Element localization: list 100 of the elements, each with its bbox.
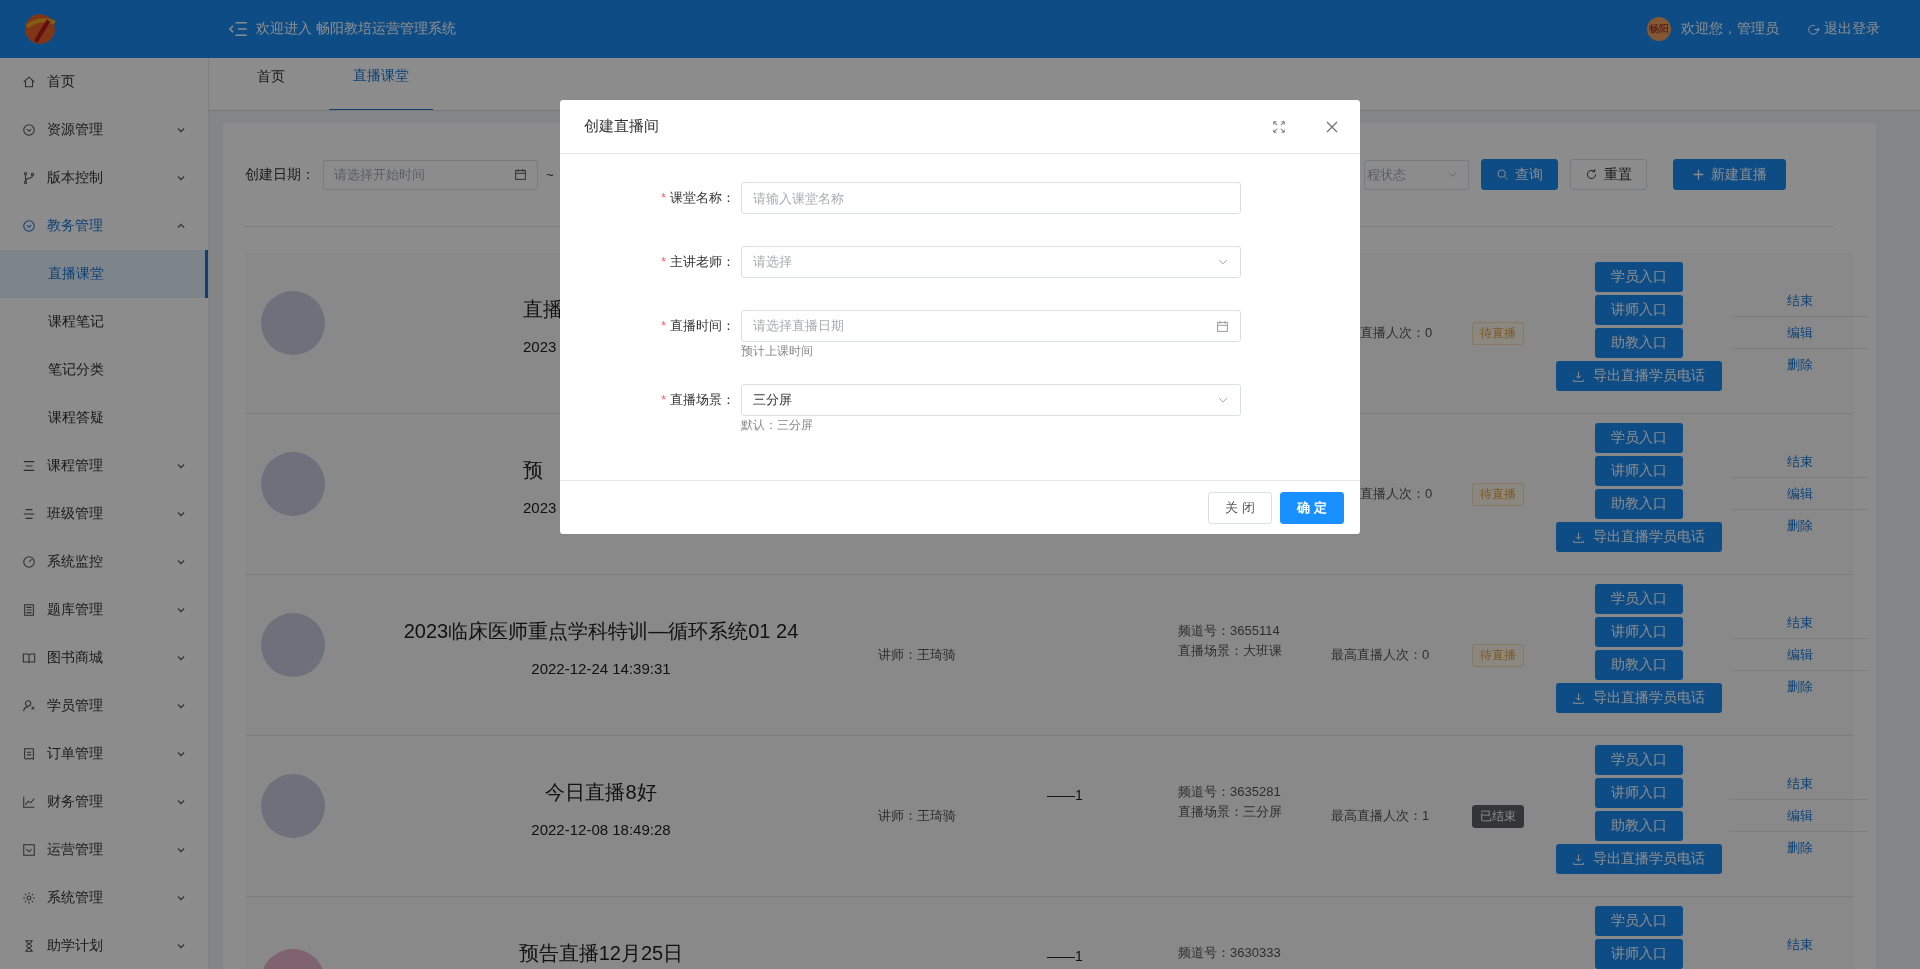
sidebar-item[interactable]: 资源管理 [0,106,208,154]
sidebar-item[interactable]: 运营管理 [0,826,208,874]
circle-chevron-icon [22,219,36,233]
download-icon [1572,369,1585,383]
reset-button[interactable]: 重置 [1570,159,1647,190]
sidebar-item[interactable]: 教务管理 [0,202,208,250]
logout-link[interactable]: 退出登录 [1807,20,1880,38]
branch-icon [22,171,36,185]
sidebar-item[interactable]: 课程管理 [0,442,208,490]
action-link[interactable]: 编辑 [1731,800,1868,832]
action-link[interactable]: 结束 [1731,446,1868,478]
receipt-icon [22,747,36,761]
fullscreen-icon[interactable] [1272,119,1286,134]
field-hint: 预计上课时间 [741,343,814,360]
action-link[interactable]: 删除 [1731,510,1868,541]
download-icon [1572,691,1585,705]
entry-button[interactable]: 学员入口 [1594,423,1683,453]
sidebar-item[interactable]: 财务管理 [0,778,208,826]
channel-text: 频道号：3630333 [1178,944,1282,962]
entry-button[interactable]: 讲师入口 [1594,295,1683,325]
course-title: 直播 [523,297,563,322]
circle-chevron-icon [22,123,36,137]
entry-button[interactable]: 讲师入口 [1594,939,1683,969]
notebook-icon [22,603,36,617]
chevron-down-icon [176,173,186,183]
action-link[interactable]: 删除 [1731,349,1868,380]
tab[interactable]: 首页 [237,68,305,110]
sidebar-item[interactable]: 版本控制 [0,154,208,202]
sidebar-item[interactable]: 学员管理 [0,682,208,730]
status-tag: 待直播 [1472,321,1524,345]
status-tag: 待直播 [1472,482,1524,506]
sidebar-subitem[interactable]: 课程笔记 [0,298,208,346]
action-link[interactable]: 删除 [1731,832,1868,863]
chevron-down-icon [176,557,186,567]
lines-icon [22,507,36,521]
field-label: * 直播场景： [659,391,736,409]
action-link[interactable]: 结束 [1731,285,1868,317]
download-icon [1572,852,1585,866]
scene-text: 直播场景：三分屏 [1178,803,1283,821]
entry-button[interactable]: 助教入口 [1594,811,1683,841]
course-date: 2023 [523,498,557,518]
export-button[interactable]: 导出直播学员电话 [1555,522,1722,552]
action-link[interactable]: 编辑 [1731,317,1868,349]
export-button[interactable]: 导出直播学员电话 [1555,844,1722,874]
entry-button[interactable]: 学员入口 [1594,584,1683,614]
action-link[interactable]: 编辑 [1731,639,1868,671]
entry-button[interactable]: 学员入口 [1594,262,1683,292]
settings-icon [22,891,36,905]
chevron-down-icon [176,701,186,711]
sidebar-subitem[interactable]: 笔记分类 [0,346,208,394]
chevron-up-icon [176,221,186,231]
entry-button[interactable]: 学员入口 [1594,906,1683,936]
calendar-icon [514,168,527,181]
select-field[interactable]: 三分屏 [741,384,1241,416]
extra-text: ——1 [1047,948,1083,964]
action-link[interactable]: 结束 [1731,768,1868,800]
entry-button[interactable]: 助教入口 [1594,650,1683,680]
status-tag: 已结束 [1472,804,1524,828]
entry-button[interactable]: 讲师入口 [1594,617,1683,647]
required-mark: * [660,392,666,407]
tab[interactable]: 直播课堂 [329,67,433,110]
avatar: 畅阳 [1647,17,1671,41]
text-input[interactable]: 请输入课堂名称 [741,182,1241,214]
sidebar-item[interactable]: 班级管理 [0,490,208,538]
sidebar-item[interactable]: 系统监控 [0,538,208,586]
sidebar-item[interactable]: 系统管理 [0,874,208,922]
export-button[interactable]: 导出直播学员电话 [1555,361,1722,391]
sidebar-item[interactable]: 助学计划 [0,922,208,969]
action-link[interactable]: 结束 [1731,929,1868,960]
entry-button[interactable]: 讲师入口 [1594,456,1683,486]
date-picker[interactable]: 请选择直播日期 [741,310,1241,342]
action-link[interactable]: 删除 [1731,671,1868,702]
entry-button[interactable]: 助教入口 [1594,328,1683,358]
logo-icon [23,12,57,46]
entry-button[interactable]: 讲师入口 [1594,778,1683,808]
entry-button[interactable]: 助教入口 [1594,489,1683,519]
system-title: 欢迎进入 畅阳教培运营管理系统 [256,20,456,38]
sidebar-subitem[interactable]: 课程答疑 [0,394,208,442]
sidebar-item[interactable]: 订单管理 [0,730,208,778]
action-link[interactable]: 结束 [1731,607,1868,639]
create-button[interactable]: 新建直播 [1673,159,1786,190]
menu-fold-icon[interactable] [228,19,248,39]
open-book-icon [22,651,36,665]
select-field[interactable]: 请选择 [741,246,1241,278]
confirm-button[interactable]: 确 定 [1280,491,1344,524]
sidebar-item[interactable]: 图书商城 [0,634,208,682]
sidebar-item[interactable]: 题库管理 [0,586,208,634]
close-button[interactable]: 关 闭 [1208,491,1272,524]
course-title: 预告直播12月25日 [518,941,684,966]
field-label: * 课堂名称： [659,189,736,207]
export-button[interactable]: 导出直播学员电话 [1555,683,1722,713]
action-link[interactable]: 编辑 [1731,478,1868,510]
search-button[interactable]: 查询 [1481,159,1558,190]
course-date: 2023 [523,337,557,357]
course-title: 2023临床医师重点学科特训—循环系统01 24 [403,619,799,644]
sidebar-item[interactable]: 首页 [0,58,208,106]
entry-button[interactable]: 学员入口 [1594,745,1683,775]
search-icon [1496,168,1509,181]
sidebar-subitem[interactable]: 直播课堂 [0,250,208,298]
calendar-icon [1216,319,1229,333]
